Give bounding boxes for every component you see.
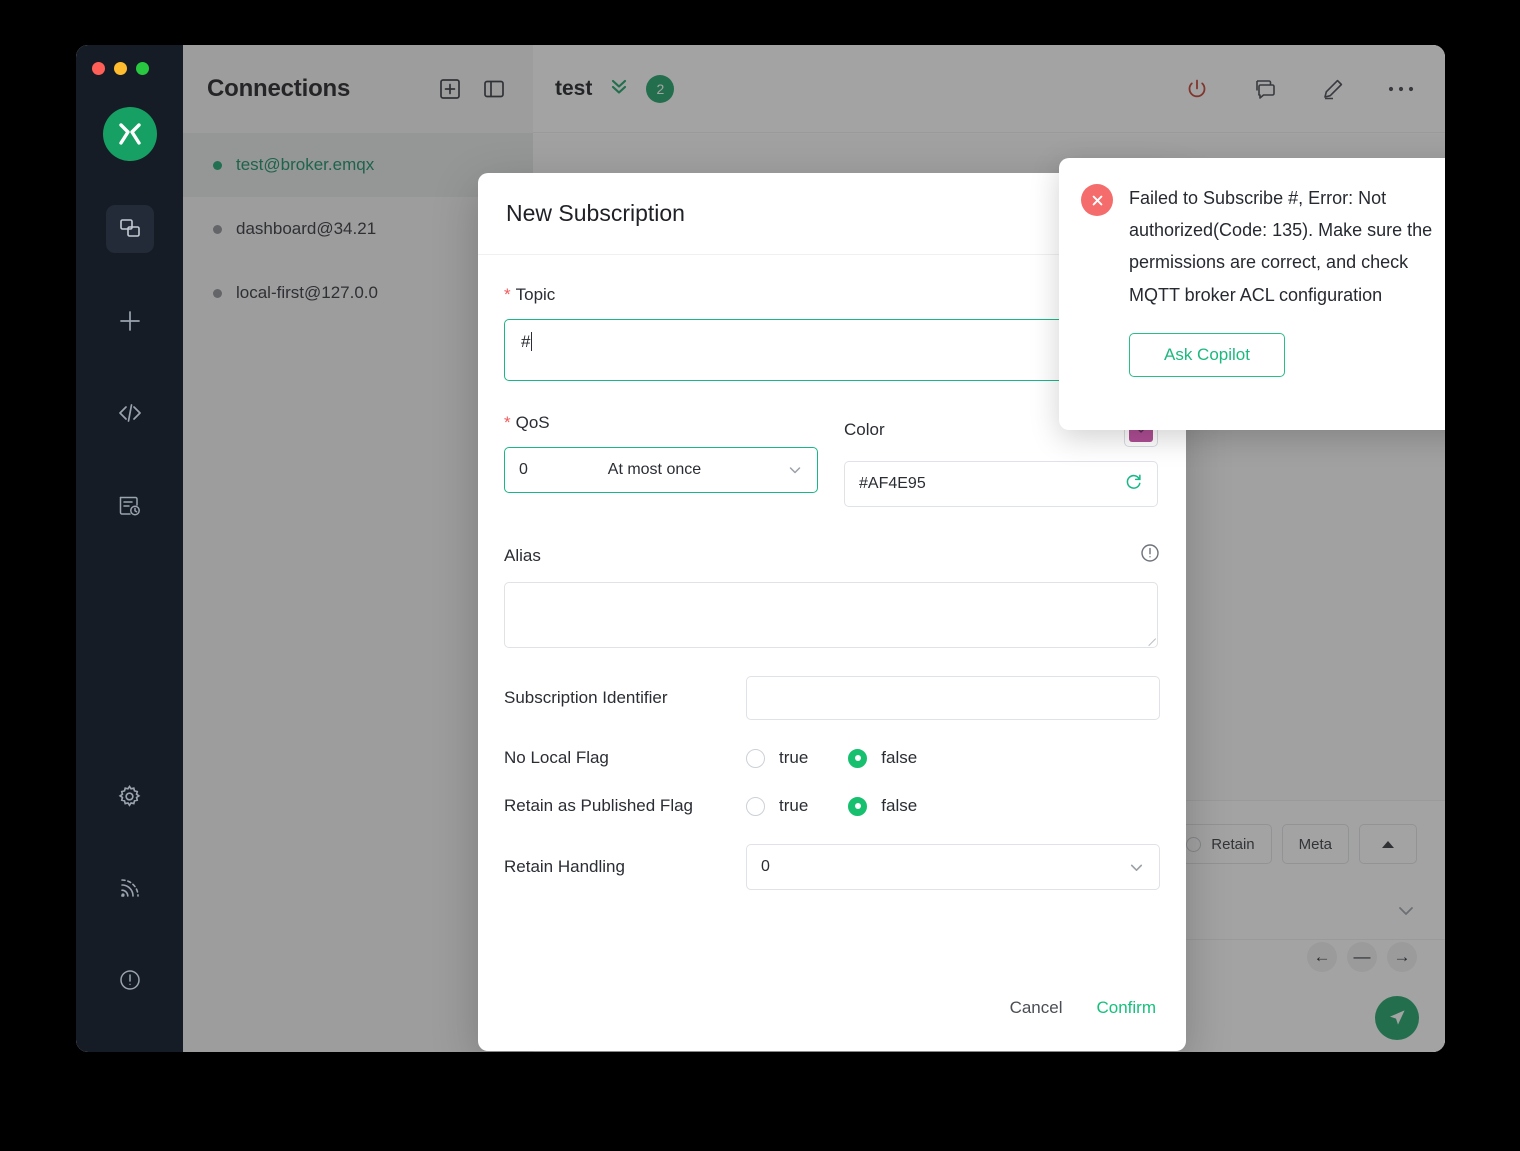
radio-icon: [848, 749, 867, 768]
topic-value: #: [521, 332, 530, 352]
text-caret: [531, 332, 532, 351]
sidebar-item-new-connection[interactable]: [106, 297, 154, 345]
color-hex-value: #AF4E95: [859, 475, 1124, 493]
subscription-identifier-row: Subscription Identifier: [504, 676, 1160, 720]
retain-handling-value: 0: [761, 858, 1128, 876]
option-label: true: [779, 748, 808, 768]
icon-rail: [76, 45, 183, 1052]
window-traffic-lights: [76, 62, 149, 75]
ask-copilot-button[interactable]: Ask Copilot: [1129, 333, 1285, 377]
alias-label-row: Alias: [504, 543, 1160, 568]
resize-handle-icon[interactable]: [1142, 632, 1156, 646]
sidebar-item-benchmark[interactable]: [106, 864, 154, 912]
required-asterisk: *: [504, 285, 511, 304]
chevron-down-icon: [1128, 859, 1145, 876]
topic-label-text: Topic: [516, 285, 556, 304]
no-local-flag-true-option[interactable]: true: [746, 748, 808, 768]
retain-handling-row: Retain Handling 0: [504, 844, 1160, 890]
qos-value: 0: [519, 461, 528, 479]
app-logo-icon: [103, 107, 157, 161]
retain-as-published-false-option[interactable]: false: [848, 796, 917, 816]
sidebar-item-about[interactable]: [106, 956, 154, 1004]
no-local-flag-label: No Local Flag: [504, 748, 746, 768]
error-icon: [1081, 184, 1113, 216]
chevron-down-icon: [787, 462, 803, 478]
sidebar-item-scripts[interactable]: [106, 389, 154, 437]
radio-icon: [746, 797, 765, 816]
dialog-footer: Cancel Confirm: [478, 965, 1186, 1051]
error-toast: Failed to Subscribe #, Error: Not author…: [1059, 158, 1445, 430]
sidebar-item-settings[interactable]: [106, 772, 154, 820]
no-local-flag-radio-group: true false: [746, 748, 917, 768]
sidebar-item-connections[interactable]: [106, 205, 154, 253]
maximize-window-button[interactable]: [136, 62, 149, 75]
retain-as-published-label: Retain as Published Flag: [504, 796, 746, 816]
info-circle-icon[interactable]: [1140, 543, 1160, 568]
toast-body: Failed to Subscribe #, Error: Not author…: [1129, 182, 1445, 430]
required-asterisk: *: [504, 413, 511, 432]
subscription-identifier-input[interactable]: [746, 676, 1160, 720]
qos-select[interactable]: 0 At most once: [504, 447, 818, 493]
retain-handling-label: Retain Handling: [504, 857, 746, 877]
confirm-button[interactable]: Confirm: [1096, 998, 1156, 1018]
subscription-identifier-label: Subscription Identifier: [504, 688, 746, 708]
option-label: false: [881, 796, 917, 816]
color-hex-input[interactable]: #AF4E95: [844, 461, 1158, 507]
retain-as-published-radio-group: true false: [746, 796, 917, 816]
refresh-icon[interactable]: [1124, 472, 1143, 496]
cancel-button[interactable]: Cancel: [1010, 998, 1063, 1018]
retain-handling-select[interactable]: 0: [746, 844, 1160, 890]
radio-icon: [848, 797, 867, 816]
qos-field: * QoS 0 At most once: [504, 413, 844, 507]
app-window: Connections test@broker.emqx dashboard@3…: [76, 45, 1445, 1052]
option-label: true: [779, 796, 808, 816]
retain-as-published-true-option[interactable]: true: [746, 796, 808, 816]
retain-as-published-row: Retain as Published Flag true false: [504, 796, 1160, 816]
alias-textarea[interactable]: [504, 582, 1158, 648]
close-window-button[interactable]: [92, 62, 105, 75]
toast-message: Failed to Subscribe #, Error: Not author…: [1129, 182, 1445, 311]
no-local-flag-false-option[interactable]: false: [848, 748, 917, 768]
minimize-window-button[interactable]: [114, 62, 127, 75]
qos-label: * QoS: [504, 413, 844, 433]
option-label: false: [881, 748, 917, 768]
qos-text: At most once: [528, 461, 787, 479]
no-local-flag-row: No Local Flag true false: [504, 748, 1160, 768]
alias-label: Alias: [504, 546, 1140, 566]
dialog-title: New Subscription: [506, 200, 685, 227]
sidebar-item-log[interactable]: [106, 481, 154, 529]
radio-icon: [746, 749, 765, 768]
qos-label-text: QoS: [516, 413, 550, 432]
